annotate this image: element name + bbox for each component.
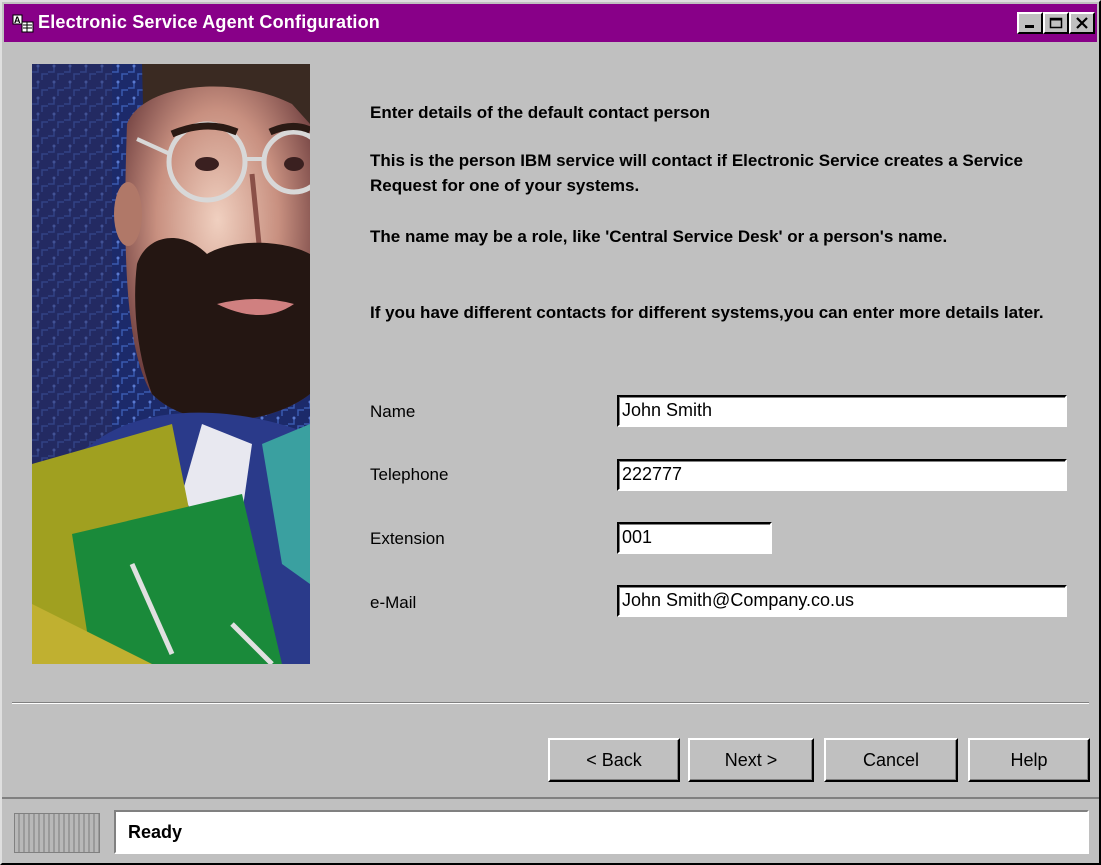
app-icon: A xyxy=(12,13,34,33)
next-button[interactable]: Next > xyxy=(688,738,814,782)
extension-field[interactable]: 001 xyxy=(617,522,772,554)
title-bar[interactable]: A Electronic Service Agent Configuration xyxy=(4,4,1097,42)
back-button[interactable]: < Back xyxy=(548,738,680,782)
status-icon xyxy=(14,813,100,853)
status-text: Ready xyxy=(114,810,1089,854)
telephone-field[interactable]: 222777 xyxy=(617,459,1067,491)
name-label: Name xyxy=(370,402,416,421)
close-icon xyxy=(1076,17,1088,29)
person-illustration xyxy=(32,64,310,664)
cancel-button[interactable]: Cancel xyxy=(824,738,958,782)
minimize-button[interactable] xyxy=(1017,12,1043,34)
status-bar: Ready xyxy=(2,797,1099,863)
window-title: Electronic Service Agent Configuration xyxy=(38,12,380,32)
wizard-window: A Electronic Service Agent Configuration xyxy=(0,0,1101,865)
email-label: e-Mail xyxy=(370,593,417,612)
telephone-label: Telephone xyxy=(370,465,449,484)
maximize-icon xyxy=(1049,17,1063,29)
instruction-text-1: This is the person IBM service will cont… xyxy=(370,151,1023,195)
instruction-text-3: If you have different contacts for diffe… xyxy=(370,303,1044,322)
extension-label: Extension xyxy=(370,529,445,548)
maximize-button[interactable] xyxy=(1043,12,1069,34)
button-separator xyxy=(12,702,1089,704)
close-button[interactable] xyxy=(1069,12,1095,34)
instruction-text-2: The name may be a role, like 'Central Se… xyxy=(370,227,948,246)
help-button[interactable]: Help xyxy=(968,738,1090,782)
minimize-icon xyxy=(1025,25,1034,28)
page-heading: Enter details of the default contact per… xyxy=(370,103,711,122)
svg-text:A: A xyxy=(14,15,21,25)
email-field[interactable]: John Smith@Company.co.us xyxy=(617,585,1067,617)
wizard-photo xyxy=(32,64,310,664)
name-field[interactable]: John Smith xyxy=(617,395,1067,427)
